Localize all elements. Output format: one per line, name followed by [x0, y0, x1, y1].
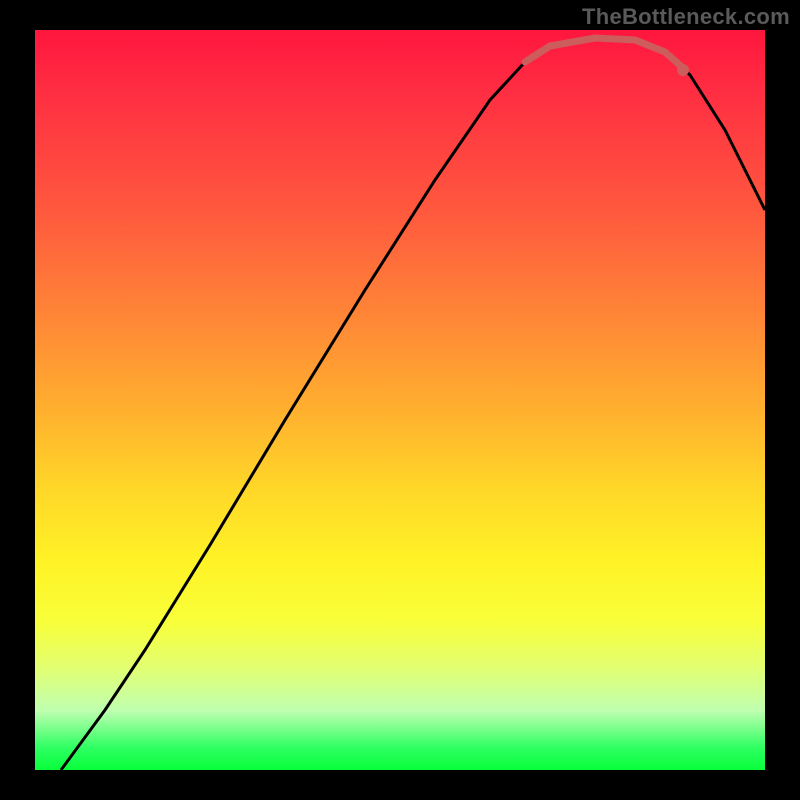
- chart-frame: TheBottleneck.com: [0, 0, 800, 800]
- accent-end-dot: [677, 64, 689, 76]
- attribution-text: TheBottleneck.com: [582, 4, 790, 30]
- optimal-range-accent: [525, 38, 683, 68]
- bottleneck-curve: [61, 38, 765, 770]
- plot-area: [35, 30, 765, 770]
- curve-layer: [35, 30, 765, 770]
